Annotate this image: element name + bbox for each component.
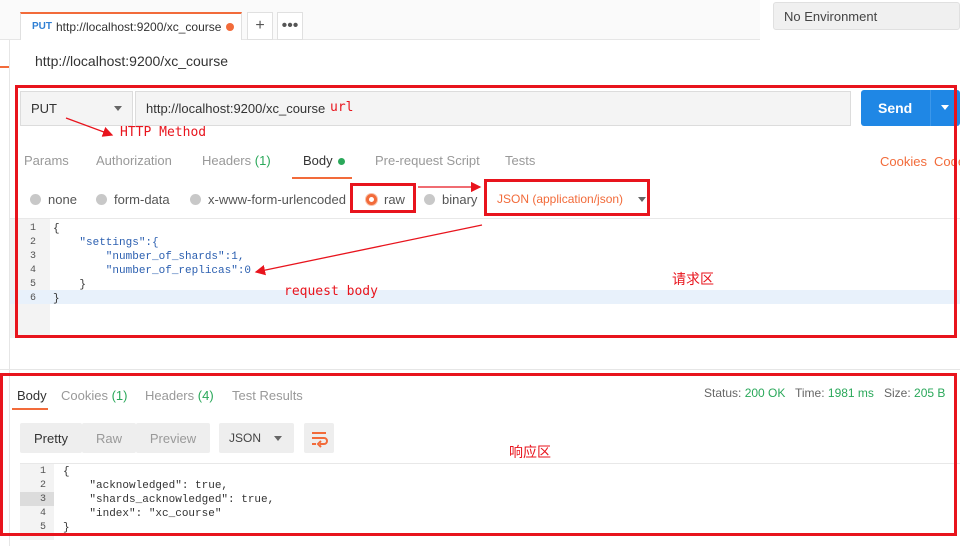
http-method-arrow <box>65 117 114 137</box>
annotation-arrows <box>65 117 483 276</box>
request-body-arrow <box>254 224 483 276</box>
